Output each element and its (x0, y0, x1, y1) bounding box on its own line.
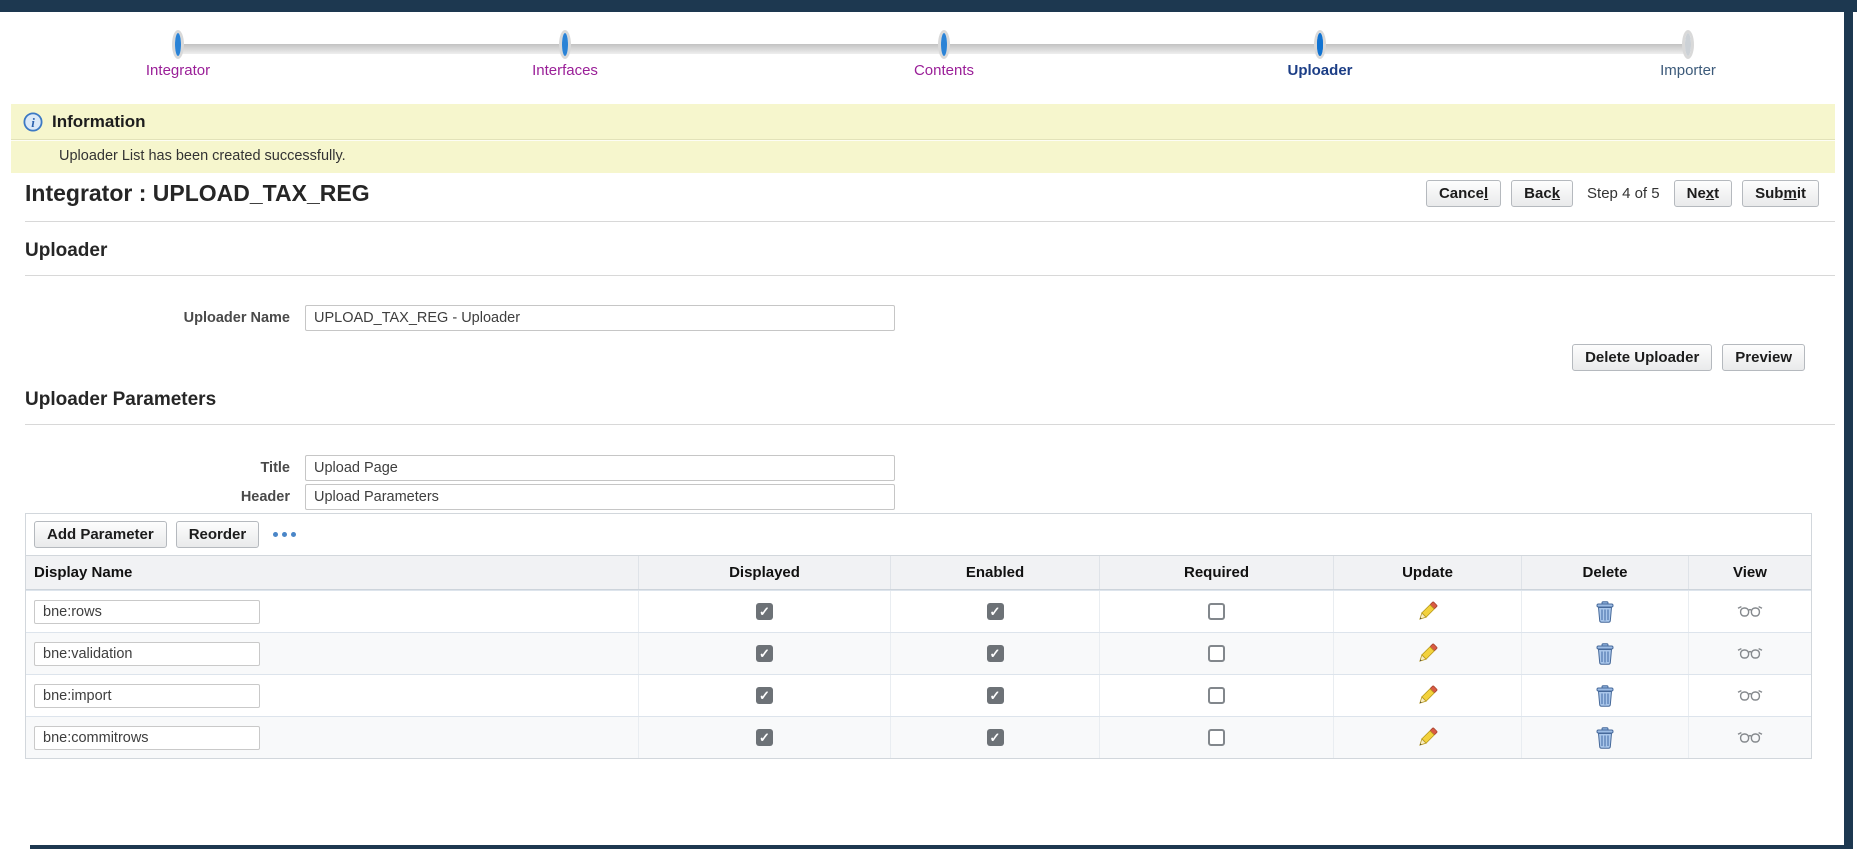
submit-button[interactable]: Submit (1742, 180, 1819, 207)
view-glasses-icon[interactable] (1737, 647, 1763, 660)
banner-message: Uploader List has been created successfu… (11, 140, 1835, 164)
window-bottom-edge (30, 845, 1853, 849)
divider (25, 221, 1835, 222)
title-input[interactable] (305, 455, 895, 481)
enabled-checkbox[interactable] (987, 729, 1004, 746)
preview-button[interactable]: Preview (1722, 344, 1805, 371)
header-label: Header (25, 489, 290, 505)
step-label[interactable]: Importer (1618, 62, 1758, 79)
table-header-row: Display Name Displayed Enabled Required … (26, 555, 1811, 590)
uploader-section-heading: Uploader (25, 240, 107, 262)
display-name-input[interactable] (34, 684, 260, 708)
col-header-delete: Delete (1522, 556, 1689, 589)
info-icon: i (23, 112, 43, 132)
display-name-input[interactable] (34, 642, 260, 666)
view-glasses-icon[interactable] (1737, 731, 1763, 744)
svg-text:i: i (31, 115, 35, 130)
col-header-view: View (1689, 556, 1811, 589)
page-title: Integrator : UPLOAD_TAX_REG (25, 180, 370, 207)
table-row (26, 674, 1811, 716)
step-interfaces[interactable]: Interfaces (495, 36, 635, 79)
parameters-panel: Add Parameter Reorder Display Name Displ… (25, 513, 1812, 759)
view-glasses-icon[interactable] (1737, 605, 1763, 618)
required-checkbox[interactable] (1208, 645, 1225, 662)
delete-trash-icon[interactable] (1595, 685, 1615, 707)
uploader-name-label: Uploader Name (25, 310, 290, 326)
step-uploader: Uploader (1250, 36, 1390, 79)
wizard-step-train: Integrator Interfaces Contents Uploader … (0, 30, 1857, 100)
step-circle-icon (1317, 33, 1323, 56)
enabled-checkbox[interactable] (987, 645, 1004, 662)
divider (25, 424, 1835, 425)
col-header-required: Required (1100, 556, 1334, 589)
displayed-checkbox[interactable] (756, 645, 773, 662)
displayed-checkbox[interactable] (756, 603, 773, 620)
update-pencil-icon[interactable] (1416, 600, 1439, 623)
update-pencil-icon[interactable] (1416, 726, 1439, 749)
step-label[interactable]: Contents (874, 62, 1014, 79)
update-pencil-icon[interactable] (1416, 642, 1439, 665)
enabled-checkbox[interactable] (987, 603, 1004, 620)
window-top-bar (0, 0, 1857, 12)
step-circle-icon (562, 33, 568, 56)
step-label[interactable]: Integrator (108, 62, 248, 79)
title-label: Title (25, 460, 290, 476)
parameters-section-heading: Uploader Parameters (25, 389, 216, 411)
step-label: Uploader (1250, 62, 1390, 79)
required-checkbox[interactable] (1208, 729, 1225, 746)
page: Integrator Interfaces Contents Uploader … (0, 0, 1857, 849)
banner-title: Information (52, 112, 146, 132)
col-header-enabled: Enabled (891, 556, 1100, 589)
view-glasses-icon[interactable] (1737, 689, 1763, 702)
step-label[interactable]: Interfaces (495, 62, 635, 79)
step-integrator[interactable]: Integrator (108, 36, 248, 79)
delete-trash-icon[interactable] (1595, 727, 1615, 749)
ellipsis-icon[interactable] (273, 532, 296, 537)
required-checkbox[interactable] (1208, 603, 1225, 620)
enabled-checkbox[interactable] (987, 687, 1004, 704)
display-name-input[interactable] (34, 600, 260, 624)
col-header-display-name: Display Name (26, 556, 639, 589)
header-input[interactable] (305, 484, 895, 510)
step-circle-icon (941, 33, 947, 56)
add-parameter-button[interactable]: Add Parameter (34, 521, 167, 548)
back-button[interactable]: Back (1511, 180, 1573, 207)
update-pencil-icon[interactable] (1416, 684, 1439, 707)
step-importer[interactable]: Importer (1618, 36, 1758, 79)
display-name-input[interactable] (34, 726, 260, 750)
col-header-update: Update (1334, 556, 1522, 589)
displayed-checkbox[interactable] (756, 729, 773, 746)
delete-trash-icon[interactable] (1595, 601, 1615, 623)
uploader-name-input[interactable] (305, 305, 895, 331)
step-contents[interactable]: Contents (874, 36, 1014, 79)
reorder-button[interactable]: Reorder (176, 521, 260, 548)
step-circle-icon (1685, 33, 1691, 56)
table-row (26, 590, 1811, 632)
delete-uploader-button[interactable]: Delete Uploader (1572, 344, 1712, 371)
col-header-displayed: Displayed (639, 556, 891, 589)
window-right-edge (1844, 0, 1853, 849)
wizard-actions: Cancel Back Step 4 of 5 Next Submit (1426, 180, 1819, 207)
next-button[interactable]: Next (1674, 180, 1733, 207)
information-banner: i Information Uploader List has been cre… (11, 104, 1835, 173)
step-indicator: Step 4 of 5 (1583, 185, 1664, 202)
step-circle-icon (175, 33, 181, 56)
divider (25, 275, 1835, 276)
required-checkbox[interactable] (1208, 687, 1225, 704)
cancel-button[interactable]: Cancel (1426, 180, 1501, 207)
table-row (26, 716, 1811, 758)
displayed-checkbox[interactable] (756, 687, 773, 704)
parameters-toolbar: Add Parameter Reorder (26, 514, 1811, 555)
table-row (26, 632, 1811, 674)
delete-trash-icon[interactable] (1595, 643, 1615, 665)
